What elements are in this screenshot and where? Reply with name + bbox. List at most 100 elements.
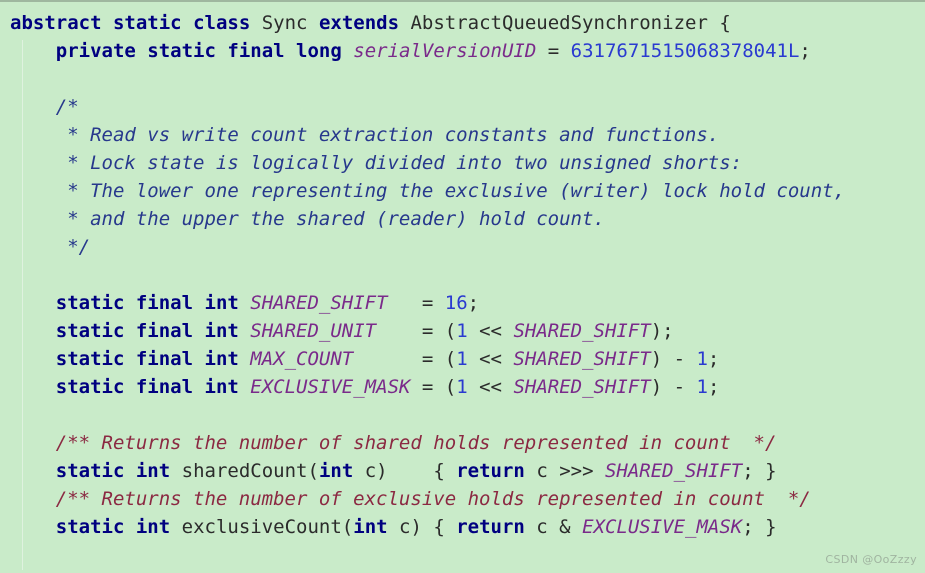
code-token-punc xyxy=(285,40,296,62)
code-token-const: SHARED_UNIT xyxy=(250,320,377,342)
code-token-kw: static xyxy=(55,376,125,398)
code-token-const: SHARED_SHIFT xyxy=(250,292,388,314)
code-line[interactable]: abstract static class Sync extends Abstr… xyxy=(0,9,925,37)
code-token-const: SHARED_SHIFT xyxy=(513,376,651,398)
code-token-kw: final xyxy=(135,348,194,370)
code-line[interactable]: static final int MAX_COUNT = (1 << SHARE… xyxy=(0,345,925,373)
code-line[interactable]: static int sharedCount(int c) { return c… xyxy=(0,457,925,485)
code-token-op: c & xyxy=(524,516,583,538)
code-token-num: 1 xyxy=(696,348,708,370)
code-token-punc xyxy=(193,376,204,398)
code-token-punc xyxy=(10,320,56,342)
code-token-op: << xyxy=(467,376,514,398)
code-token-kw: long xyxy=(296,40,342,62)
code-line[interactable]: * Lock state is logically divided into t… xyxy=(0,149,925,177)
code-line[interactable]: /* xyxy=(0,93,925,121)
code-token-punc xyxy=(250,12,261,34)
code-token-punc xyxy=(124,320,135,342)
code-token-punc xyxy=(10,180,56,202)
code-token-punc xyxy=(124,292,135,314)
code-token-op: << xyxy=(467,320,514,342)
code-token-punc xyxy=(10,460,56,482)
code-token-punc: ; xyxy=(707,376,720,398)
code-token-punc xyxy=(10,208,56,230)
code-token-punc: { xyxy=(707,12,731,34)
code-token-kw: final xyxy=(135,292,194,314)
code-token-comment: /* xyxy=(55,96,79,118)
code-token-const: SHARED_SHIFT xyxy=(513,320,651,342)
code-token-doc: /** Returns the number of exclusive hold… xyxy=(55,488,811,510)
code-token-const: serialVersionUID xyxy=(353,40,537,62)
code-token-op: = xyxy=(387,292,445,314)
code-line[interactable]: static final int EXCLUSIVE_MASK = (1 << … xyxy=(0,373,925,401)
code-token-punc xyxy=(136,40,147,62)
code-token-punc xyxy=(10,96,56,118)
code-token-punc: ; } xyxy=(742,460,777,482)
code-token-op: = ( xyxy=(410,376,457,398)
code-token-const: EXCLUSIVE_MASK xyxy=(250,376,411,398)
code-viewer[interactable]: abstract static class Sync extends Abstr… xyxy=(0,0,925,573)
code-token-punc: ( xyxy=(307,460,319,482)
code-token-kw: int xyxy=(204,320,239,342)
code-token-op: c >>> xyxy=(524,460,605,482)
code-token-punc xyxy=(124,460,135,482)
code-token-kw: static xyxy=(55,460,125,482)
code-token-op: ) - xyxy=(650,376,697,398)
code-token-op: ) - xyxy=(650,348,697,370)
code-token-punc xyxy=(399,12,410,34)
code-token-punc: ; xyxy=(707,348,720,370)
code-token-num: 16 xyxy=(444,292,468,314)
code-token-kw: int xyxy=(318,460,354,482)
code-token-kw: private xyxy=(55,40,136,62)
code-token-punc xyxy=(124,516,135,538)
code-token-type: Sync xyxy=(261,12,308,34)
code-line[interactable]: private static final long serialVersionU… xyxy=(0,37,925,65)
code-token-punc xyxy=(239,292,250,314)
code-token-kw: int xyxy=(353,516,388,538)
code-token-const: SHARED_SHIFT xyxy=(513,348,651,370)
code-token-punc: ); xyxy=(650,320,674,342)
code-token-num: 1 xyxy=(456,376,468,398)
code-token-const: EXCLUSIVE_MASK xyxy=(582,516,743,538)
code-line[interactable]: /** Returns the number of shared holds r… xyxy=(0,429,925,457)
code-token-id: sharedCount xyxy=(181,460,308,482)
code-token-punc: ( xyxy=(341,516,354,538)
code-line[interactable]: static final int SHARED_SHIFT = 16; xyxy=(0,289,925,317)
code-token-comment: */ xyxy=(55,236,91,258)
code-lines-container[interactable]: abstract static class Sync extends Abstr… xyxy=(0,2,925,541)
code-line[interactable]: * The lower one representing the exclusi… xyxy=(0,177,925,205)
code-token-op: = xyxy=(536,40,571,62)
code-token-kw: abstract xyxy=(10,12,102,34)
code-line[interactable]: /** Returns the number of exclusive hold… xyxy=(0,485,925,513)
code-token-punc xyxy=(239,320,250,342)
code-token-kw: class xyxy=(193,12,251,34)
code-token-punc: ; xyxy=(799,40,811,62)
code-line[interactable]: */ xyxy=(0,233,925,261)
code-token-num: 6317671515068378041L xyxy=(570,40,800,62)
code-token-punc: ; xyxy=(467,292,480,314)
code-line[interactable]: * Read vs write count extraction constan… xyxy=(0,121,925,149)
code-token-kw: return xyxy=(456,460,525,482)
code-line[interactable]: static int exclusiveCount(int c) { retur… xyxy=(0,513,925,541)
code-token-punc xyxy=(124,348,135,370)
code-token-punc xyxy=(193,348,204,370)
code-line[interactable] xyxy=(0,261,925,289)
code-token-comment: * Lock state is logically divided into t… xyxy=(55,152,743,174)
code-token-punc xyxy=(10,152,56,174)
code-token-kw: static xyxy=(112,12,182,34)
code-line[interactable] xyxy=(0,401,925,429)
code-line[interactable]: * and the upper the shared (reader) hold… xyxy=(0,205,925,233)
code-token-punc xyxy=(10,488,56,510)
code-token-op: = ( xyxy=(353,348,457,370)
code-token-punc xyxy=(10,516,56,538)
code-line[interactable] xyxy=(0,65,925,93)
code-line[interactable]: static final int SHARED_UNIT = (1 << SHA… xyxy=(0,317,925,345)
code-token-kw: int xyxy=(135,516,171,538)
code-token-punc xyxy=(10,432,56,454)
code-token-kw: static xyxy=(55,320,125,342)
code-token-comment: * The lower one representing the exclusi… xyxy=(55,180,846,202)
code-token-punc xyxy=(10,40,56,62)
code-token-punc xyxy=(10,236,56,258)
code-token-kw: static xyxy=(55,292,125,314)
code-token-punc xyxy=(182,12,193,34)
